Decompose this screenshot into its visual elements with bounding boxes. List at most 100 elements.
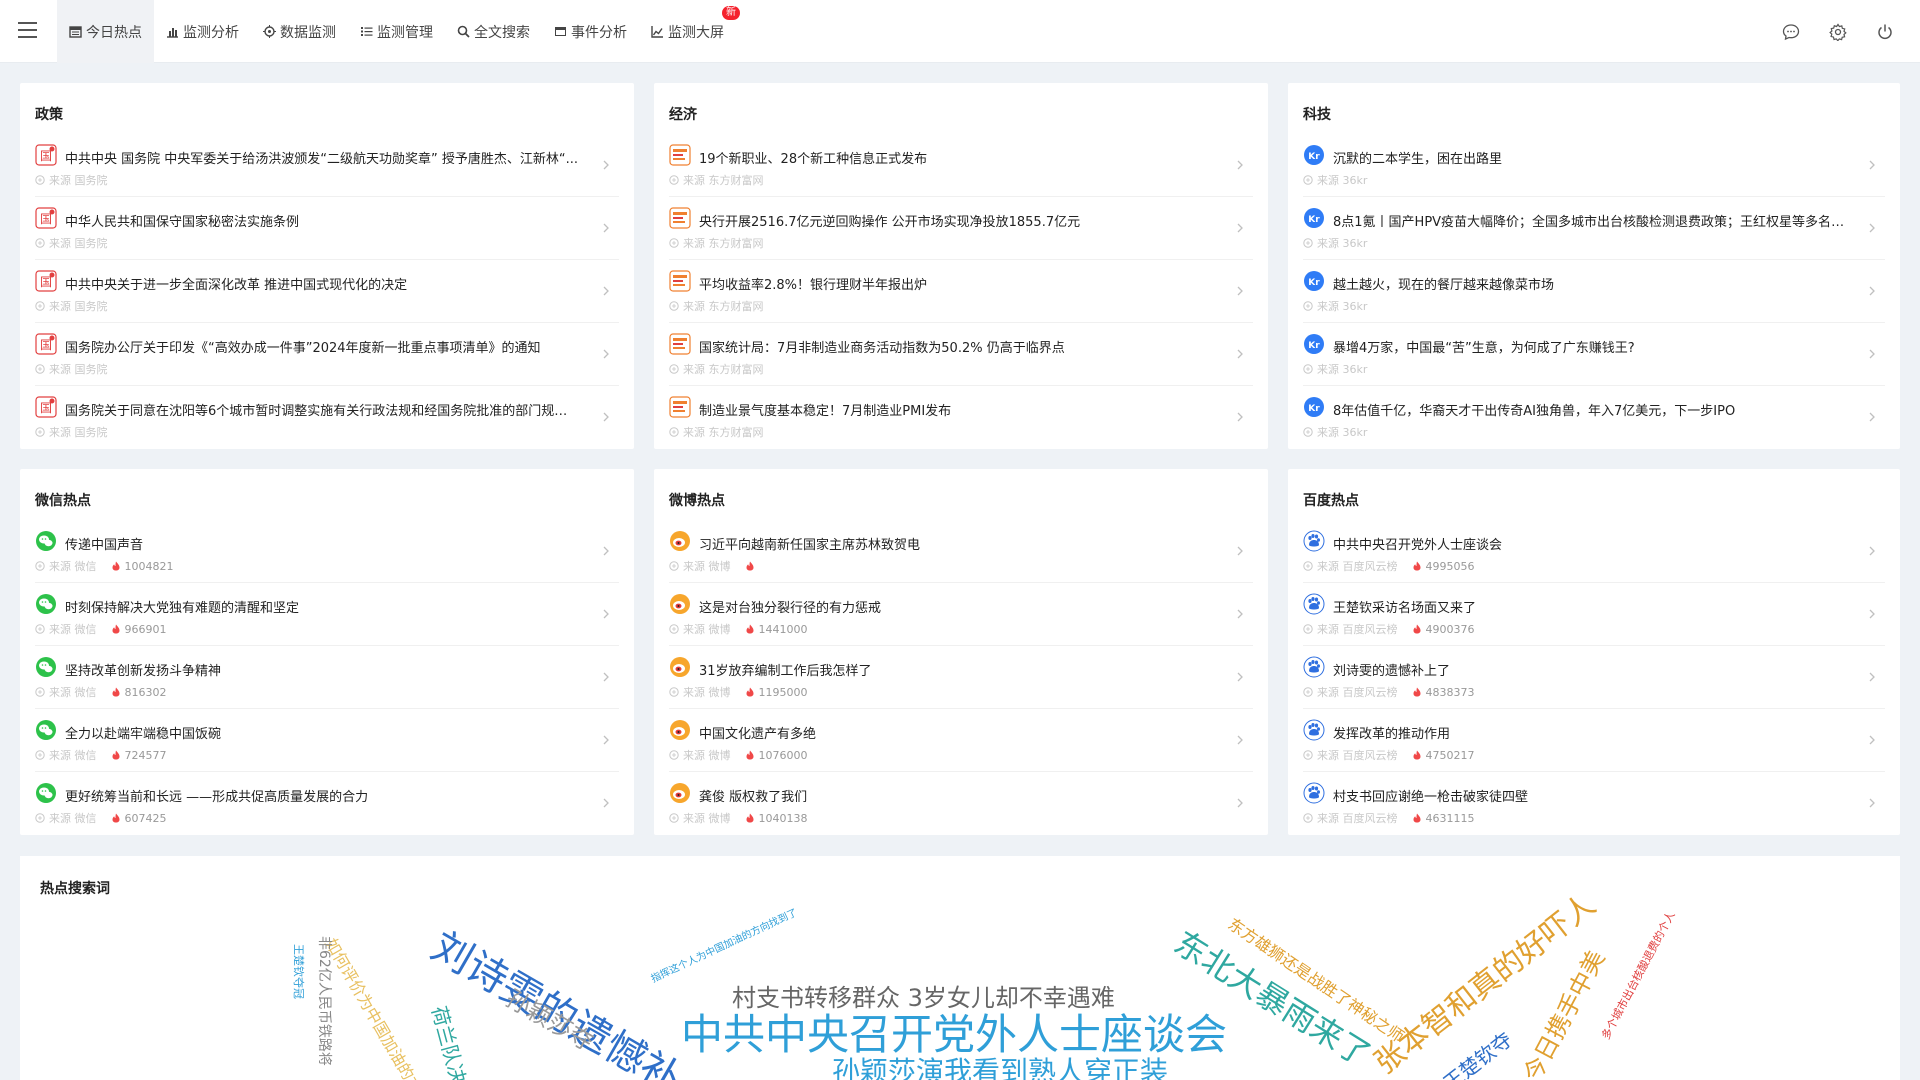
nav-label: 事件分析 — [571, 24, 627, 41]
link-icon — [35, 301, 45, 311]
list-item[interactable]: 平均收益率2.8%！银行理财半年报出炉 来源 东方财富网 — [669, 260, 1253, 323]
list-item[interactable]: 中华人民共和国保守国家秘密法实施条例 来源 国务院 — [35, 197, 619, 260]
item-title: 8年估值千亿，华裔天才干出传奇AI独角兽，年入7亿美元，下一步IPO — [1333, 404, 1736, 419]
item-title: 越土越火，现在的餐厅越来越像菜市场 — [1333, 278, 1555, 293]
list-item[interactable]: 8点1氪丨国产HPV疫苗大幅降价；全国多城市出台核酸检测退费政策；王红权星等多名… — [1303, 197, 1885, 260]
nav-data-monitor[interactable]: 数据监测 — [251, 0, 348, 63]
item-source: 来源 微信 — [49, 686, 97, 699]
link-icon — [1303, 624, 1313, 634]
item-meta: 来源 36kr — [1303, 424, 1367, 440]
item-meta: 来源 36kr — [1303, 361, 1367, 377]
item-source: 来源 36kr — [1317, 237, 1368, 250]
list-item[interactable]: 制造业景气度基本稳定！7月制造业PMI发布 来源 东方财富网 — [669, 386, 1253, 449]
list-item[interactable]: 中共中央召开党外人士座谈会 来源 百度风云榜 4995056 — [1303, 520, 1885, 583]
chevron-right-icon — [601, 221, 611, 235]
chevron-right-icon — [1867, 410, 1877, 424]
heat-value: 4631115 — [1425, 811, 1475, 825]
list-item[interactable]: 中国文化遗产有多绝 来源 微博 1076000 — [669, 709, 1253, 772]
list-item[interactable]: 央行开展2516.7亿元逆回购操作 公开市场实现净投放1855.7亿元 来源 东方… — [669, 197, 1253, 260]
list-item[interactable]: 传递中国声音 来源 微信 1004821 — [35, 520, 619, 583]
link-icon — [1303, 813, 1313, 823]
list-item[interactable]: 更好统筹当前和长远 ——形成共促高质量发展的合力 来源 微信 607425 — [35, 772, 619, 835]
nav-label: 监测大屏 — [668, 24, 724, 41]
chevron-right-icon — [601, 347, 611, 361]
nav-fulltext-search[interactable]: 全文搜索 — [445, 0, 542, 63]
heat-count: 1040138 — [745, 812, 808, 825]
nav-monitor-analysis[interactable]: 监测分析 — [154, 0, 251, 63]
cloud-word[interactable]: 多个城市出台核酸退费的个人 — [1599, 909, 1678, 1041]
settings-button[interactable] — [1814, 0, 1861, 63]
list-item[interactable]: 中共中央关于进一步全面深化改革 推进中国式现代化的决定 来源 国务院 — [35, 260, 619, 323]
message-button[interactable] — [1767, 0, 1814, 63]
heat-count: 724577 — [111, 749, 167, 762]
eastmoney-logo-icon — [669, 207, 691, 229]
list-item[interactable]: 国家统计局：7月非制造业商务活动指数为50.2% 仍高于临界点 来源 东方财富网 — [669, 323, 1253, 386]
list-item[interactable]: 越土越火，现在的餐厅越来越像菜市场 来源 36kr — [1303, 260, 1885, 323]
list-item[interactable]: 沉默的二本学生，困在出路里 来源 36kr — [1303, 134, 1885, 197]
heat-count: 4750217 — [1412, 749, 1475, 762]
list-item[interactable]: 19个新职业、28个新工种信息正式发布 来源 东方财富网 — [669, 134, 1253, 197]
item-source: 来源 百度风云榜 — [1317, 623, 1398, 636]
hot-list: 习近平向越南新任国家主席苏林致贺电 来源 微博 这是对台独分裂行径的有力惩戒 来源 … — [669, 520, 1253, 835]
top-bar: 今日热点 监测分析 数据监测 监测管理 全文搜索 事件分析 监测大屏 新 — [0, 0, 1920, 63]
list-item[interactable]: 暴增4万家，中国最“苦”生意，为何成了广东赚钱王? 来源 36kr — [1303, 323, 1885, 386]
menu-icon[interactable] — [18, 22, 37, 38]
item-title: 国务院关于同意在沈阳等6个城市暂时调整实施有关行政法规和经国务院批准的部门规章.… — [65, 404, 579, 419]
list-item[interactable]: 坚持改革创新发扬斗争精神 来源 微信 816302 — [35, 646, 619, 709]
item-source: 来源 东方财富网 — [683, 426, 764, 439]
list-item[interactable]: 习近平向越南新任国家主席苏林致贺电 来源 微博 — [669, 520, 1253, 583]
cloud-word[interactable]: 荷兰队决 — [427, 1003, 471, 1080]
link-icon — [1303, 427, 1313, 437]
cloud-word[interactable]: 指挥这个人为中国加油的方向找到了 — [650, 907, 800, 985]
cloud-word[interactable]: 孙颖莎演我看到熟人穿正装 — [832, 1058, 1168, 1080]
item-meta: 来源 东方财富网 — [669, 424, 764, 440]
list-item[interactable]: 刘诗雯的遗憾补上了 来源 百度风云榜 4838373 — [1303, 646, 1885, 709]
cloud-word[interactable]: 非62亿人民币铁路将 — [316, 936, 332, 1066]
list-item[interactable]: 村支书回应谢绝一枪击破家徒四壁 来源 百度风云榜 4631115 — [1303, 772, 1885, 835]
list-item[interactable]: 中共中央 国务院 中央军委关于给汤洪波颁发“二级航天功勋奖章” 授予唐胜杰、江新… — [35, 134, 619, 197]
list-item[interactable]: 发挥改革的推动作用 来源 百度风云榜 4750217 — [1303, 709, 1885, 772]
nav-label: 数据监测 — [280, 24, 336, 41]
news-list: 沉默的二本学生，困在出路里 来源 36kr 8点1氪丨国产HPV疫苗大幅降价；全国… — [1303, 134, 1885, 449]
list-item[interactable]: 8年估值千亿，华裔天才干出传奇AI独角兽，年入7亿美元，下一步IPO 来源 36k… — [1303, 386, 1885, 449]
nav-today-hot[interactable]: 今日热点 — [57, 0, 154, 63]
list-item[interactable]: 王楚钦采访名场面又来了 来源 百度风云榜 4900376 — [1303, 583, 1885, 646]
heat-value: 4750217 — [1425, 748, 1475, 762]
nav-event-analysis[interactable]: 事件分析 — [542, 0, 639, 63]
list-item[interactable]: 这是对台独分裂行径的有力惩戒 来源 微博 1441000 — [669, 583, 1253, 646]
chevron-right-icon — [1867, 796, 1877, 810]
list-item[interactable]: 时刻保持解决大党独有难题的清醒和坚定 来源 微信 966901 — [35, 583, 619, 646]
chevron-right-icon — [601, 158, 611, 172]
cloud-word[interactable]: 中共中央召开党外人士座谈会 — [681, 1014, 1227, 1056]
list-item[interactable]: 31岁放弃编制工作后我怎样了 来源 微博 1195000 — [669, 646, 1253, 709]
chat-icon — [1782, 23, 1799, 40]
list-item[interactable]: 全力以赴端牢端稳中国饭碗 来源 微信 724577 — [35, 709, 619, 772]
nav-monitor-screen[interactable]: 监测大屏 新 — [639, 0, 740, 63]
wechat-icon — [35, 782, 57, 804]
list-item[interactable]: 国务院办公厅关于印发《“高效办成一件事”2024年度新一批重点事项清单》的通知来… — [35, 323, 619, 386]
weibo-hot-card: 微博热点 习近平向越南新任国家主席苏林致贺电 来源 微博 这是对台独分裂行径的有力… — [654, 469, 1268, 835]
cloud-word[interactable]: 村支书转移群众 3岁女儿却不幸遇难 — [732, 986, 1115, 1010]
item-title: 坚持改革创新发扬斗争精神 — [65, 664, 222, 679]
chevron-right-icon — [1235, 221, 1245, 235]
search-icon — [457, 25, 470, 38]
cloud-word[interactable]: 王楚钦夺冠 — [292, 944, 305, 999]
nav-monitor-manage[interactable]: 监测管理 — [348, 0, 445, 63]
list-item[interactable]: 龚俊 版权救了我们 来源 微博 1040138 — [669, 772, 1253, 835]
heat-count: 4900376 — [1412, 623, 1475, 636]
wechat-icon — [35, 593, 57, 615]
item-meta: 来源 东方财富网 — [669, 235, 764, 251]
heat-count: 966901 — [111, 623, 167, 636]
chevron-right-icon — [1235, 733, 1245, 747]
list-item[interactable]: 国务院关于同意在沈阳等6个城市暂时调整实施有关行政法规和经国务院批准的部门规章.… — [35, 386, 619, 449]
gov-logo-icon — [35, 333, 57, 355]
cloud-word[interactable]: 如何评价为中国加油的方向 — [321, 935, 433, 1080]
logout-button[interactable] — [1861, 0, 1908, 63]
item-meta: 来源 36kr — [1303, 172, 1367, 188]
chevron-right-icon — [1867, 544, 1877, 558]
heat-value: 724577 — [124, 748, 167, 762]
cloud-word[interactable]: 王楚钦夺 — [1439, 1027, 1517, 1080]
card-title: 经济 — [669, 107, 697, 123]
news-list: 19个新职业、28个新工种信息正式发布 来源 东方财富网 央行开展2516.7亿元… — [669, 134, 1253, 449]
chevron-right-icon — [1867, 347, 1877, 361]
